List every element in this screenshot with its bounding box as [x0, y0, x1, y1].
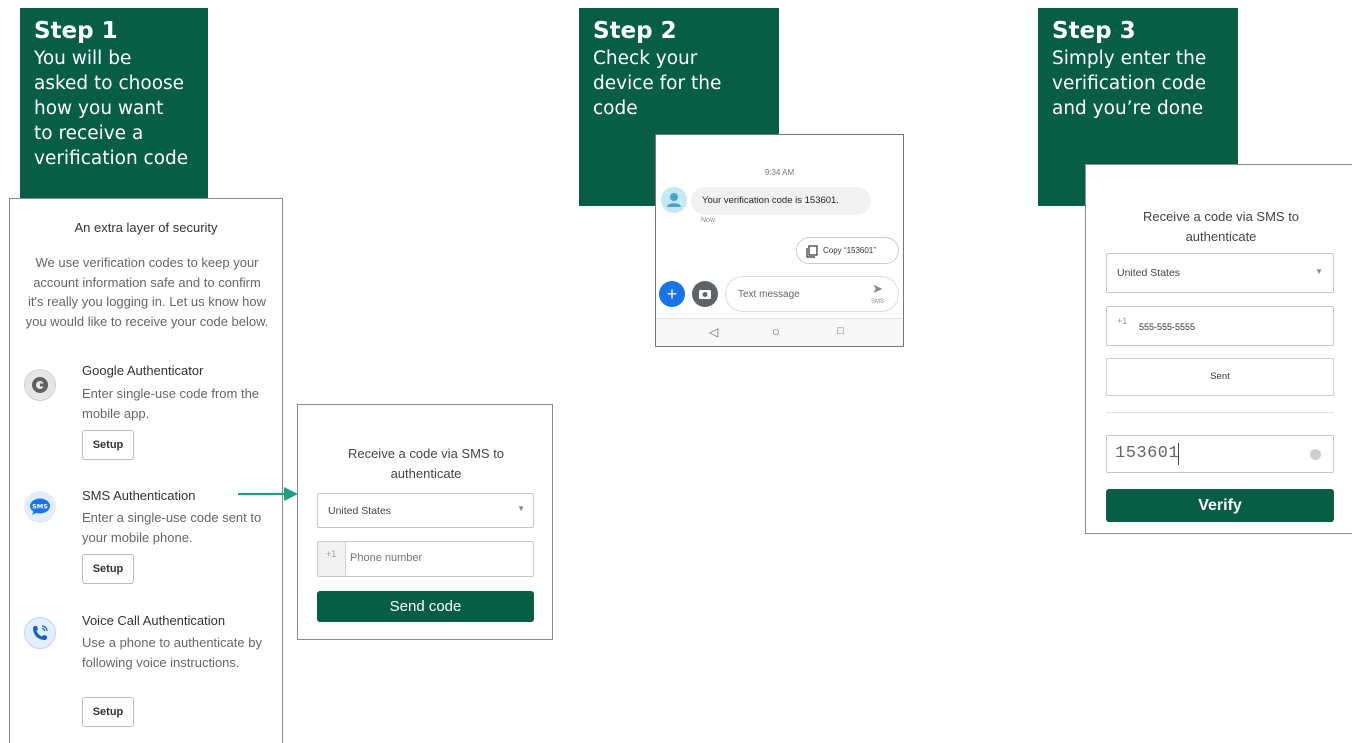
sms-form-title: Receive a code via SMS to authenticate	[347, 446, 505, 481]
voice-call-authentication-description: Use a phone to authenticate by following…	[82, 635, 262, 670]
android-nav-bar: ◁ ○ □	[656, 318, 903, 346]
info-icon	[1310, 449, 1321, 460]
step-1-description: You will be asked to choose how you want…	[34, 48, 189, 169]
verify-code-form: Receive a code via SMS to authenticate U…	[1085, 164, 1352, 534]
step-2-description: Check your device for the code	[593, 48, 722, 119]
google-authenticator-setup-button[interactable]: Setup	[82, 430, 134, 460]
security-panel-intro: We use verification codes to keep your a…	[25, 255, 269, 329]
security-options-panel: An extra layer of security We use verifi…	[9, 198, 283, 743]
message-status: Now	[701, 217, 716, 224]
step-2-title: Step 2	[593, 18, 677, 44]
send-code-button[interactable]: Send code	[317, 591, 534, 622]
voice-call-authentication-label: Voice Call Authentication	[82, 613, 226, 628]
verification-code-value: 153601	[1115, 444, 1180, 463]
verify-country-select[interactable]: United States ▼	[1106, 253, 1334, 293]
message-time: 9:34 AM	[764, 168, 795, 177]
verify-phone-value[interactable]: 555-555-5555	[1139, 322, 1195, 332]
svg-text:SMS: SMS	[32, 503, 48, 511]
sent-button[interactable]: Sent	[1106, 358, 1334, 396]
message-input[interactable]: Text message ➤ SMS	[725, 276, 899, 312]
verify-button[interactable]: Verify	[1106, 489, 1334, 522]
voice-call-authentication-setup-button[interactable]: Setup	[82, 697, 134, 727]
message-text: Your verification code is 153601.	[702, 195, 839, 206]
text-cursor	[1178, 443, 1179, 465]
avatar	[661, 187, 687, 213]
back-icon[interactable]: ◁	[709, 325, 718, 339]
sms-authentication-setup-button[interactable]: Setup	[82, 554, 134, 584]
phone-message-screen: 9:34 AM Your verification code is 153601…	[655, 134, 904, 347]
sent-button-label: Sent	[1210, 371, 1230, 382]
copy-icon	[806, 245, 818, 258]
send-icon[interactable]: ➤	[872, 281, 883, 297]
step-3-description: Simply enter the verification code and y…	[1052, 48, 1207, 119]
add-icon[interactable]: +	[659, 281, 685, 307]
sms-request-form: Receive a code via SMS to authenticate U…	[297, 404, 553, 640]
chevron-down-icon: ▼	[517, 504, 525, 513]
camera-icon[interactable]	[692, 281, 718, 307]
sms-authentication-label: SMS Authentication	[82, 488, 196, 503]
step-3-title: Step 3	[1052, 18, 1136, 44]
country-select-value: United States	[328, 505, 392, 517]
verification-code-input[interactable]: 153601	[1106, 435, 1334, 473]
send-sms-label: SMS	[871, 299, 885, 305]
google-authenticator-description: Enter single-use code from the mobile ap…	[82, 386, 260, 421]
google-authenticator-label: Google Authenticator	[82, 363, 204, 378]
verify-country-code-prefix: +1	[1117, 316, 1128, 326]
country-code-prefix: +1	[318, 542, 346, 576]
verify-phone-input-group: +1 555-555-5555	[1106, 306, 1334, 346]
chevron-down-icon: ▼	[1315, 267, 1323, 276]
step-1-title: Step 1	[34, 18, 118, 44]
sms-authentication-description: Enter a single-use code sent to your mob…	[82, 510, 262, 545]
verify-form-title: Receive a code via SMS to authenticate	[1142, 209, 1300, 244]
sms-icon: SMS	[24, 491, 56, 523]
security-panel-title: An extra layer of security	[74, 220, 218, 235]
phone-number-input[interactable]	[348, 543, 528, 573]
google-authenticator-icon	[24, 369, 56, 401]
arrow-icon	[238, 487, 298, 501]
message-input-placeholder: Text message	[738, 289, 800, 300]
country-select[interactable]: United States ▼	[317, 493, 534, 528]
verify-country-value: United States	[1117, 267, 1181, 279]
step-1-banner: Step 1 You will be asked to choose how y…	[20, 8, 208, 198]
recents-icon[interactable]: □	[837, 325, 844, 337]
copy-code-label: Copy “153601”	[823, 246, 876, 255]
message-bubble: Your verification code is 153601.	[691, 187, 871, 215]
copy-code-chip[interactable]: Copy “153601”	[796, 237, 899, 264]
phone-input-group: +1	[317, 541, 534, 577]
divider	[1106, 412, 1334, 413]
home-icon[interactable]: ○	[772, 324, 780, 339]
phone-icon	[24, 617, 56, 649]
